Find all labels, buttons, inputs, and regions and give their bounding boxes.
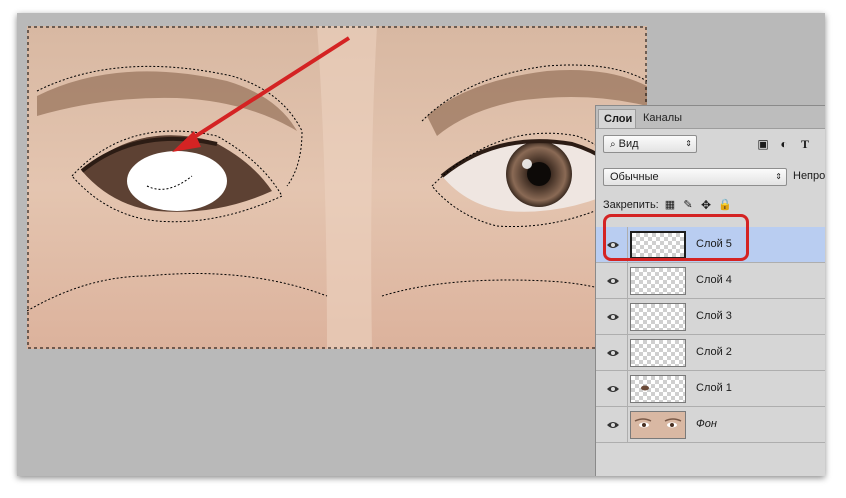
brown-eye-thumbnail xyxy=(641,385,649,391)
face-thumbnail xyxy=(631,412,685,438)
stepper-icon: ⇕ xyxy=(775,172,782,181)
visibility-toggle[interactable] xyxy=(596,299,628,335)
layer-filter-select[interactable]: ⌕ Вид ⇕ xyxy=(603,135,697,153)
layer-row-background[interactable]: Фон xyxy=(596,407,825,443)
image-filter-icon[interactable]: ▣ xyxy=(755,136,771,152)
visibility-toggle[interactable] xyxy=(596,407,628,443)
layer-thumbnail xyxy=(630,303,686,331)
eye-icon xyxy=(607,314,619,320)
layer-thumbnail xyxy=(630,267,686,295)
visibility-toggle[interactable] xyxy=(596,263,628,299)
layer-row-2[interactable]: Слой 2 xyxy=(596,335,825,371)
lock-brush-icon[interactable]: ✎ xyxy=(680,197,696,213)
visibility-toggle[interactable] xyxy=(596,371,628,407)
blend-mode-value: Обычные xyxy=(610,171,659,183)
screenshot-frame: Слои Каналы ⌕ Вид ⇕ ▣ ◐ T Обычные ⇕ Непр… xyxy=(17,13,825,476)
search-icon: ⌕ xyxy=(610,139,616,150)
document-canvas[interactable]: Слои Каналы ⌕ Вид ⇕ ▣ ◐ T Обычные ⇕ Непр… xyxy=(17,13,825,476)
panel-tabs: Слои Каналы xyxy=(596,106,825,129)
eye-icon xyxy=(607,278,619,284)
lock-move-icon[interactable]: ✥ xyxy=(698,197,714,213)
stepper-icon: ⇕ xyxy=(685,139,692,148)
blend-mode-select[interactable]: Обычные ⇕ xyxy=(603,168,787,186)
layer-name[interactable]: Слой 4 xyxy=(696,274,732,286)
layer-name[interactable]: Фон xyxy=(696,418,717,430)
layer-name[interactable]: Слой 1 xyxy=(696,382,732,394)
eye-icon xyxy=(607,386,619,392)
layer-thumbnail xyxy=(630,411,686,439)
eye-icon xyxy=(607,422,619,428)
lock-label: Закрепить: xyxy=(603,199,659,211)
layer-row-3[interactable]: Слой 3 xyxy=(596,299,825,335)
adjustment-filter-icon[interactable]: ◐ xyxy=(776,136,792,152)
layer-name[interactable]: Слой 3 xyxy=(696,310,732,322)
filter-label: Вид xyxy=(618,138,639,150)
selected-layer-highlight xyxy=(603,214,749,261)
layer-thumbnail xyxy=(630,339,686,367)
lock-all-icon[interactable]: 🔒 xyxy=(717,197,733,213)
opacity-label: Непро xyxy=(793,170,825,182)
layer-name[interactable]: Слой 2 xyxy=(696,346,732,358)
lock-transparency-icon[interactable]: ▦ xyxy=(662,197,678,213)
layers-panel: Слои Каналы ⌕ Вид ⇕ ▣ ◐ T Обычные ⇕ Непр… xyxy=(595,105,825,476)
eye-icon xyxy=(607,350,619,356)
tab-channels[interactable]: Каналы xyxy=(638,109,687,128)
tab-layers[interactable]: Слои xyxy=(598,109,636,128)
visibility-toggle[interactable] xyxy=(596,335,628,371)
layer-row-4[interactable]: Слой 4 xyxy=(596,263,825,299)
layer-thumbnail xyxy=(630,375,686,403)
photo-canvas[interactable] xyxy=(27,26,647,349)
type-filter-icon[interactable]: T xyxy=(797,136,813,152)
layer-row-1[interactable]: Слой 1 xyxy=(596,371,825,407)
